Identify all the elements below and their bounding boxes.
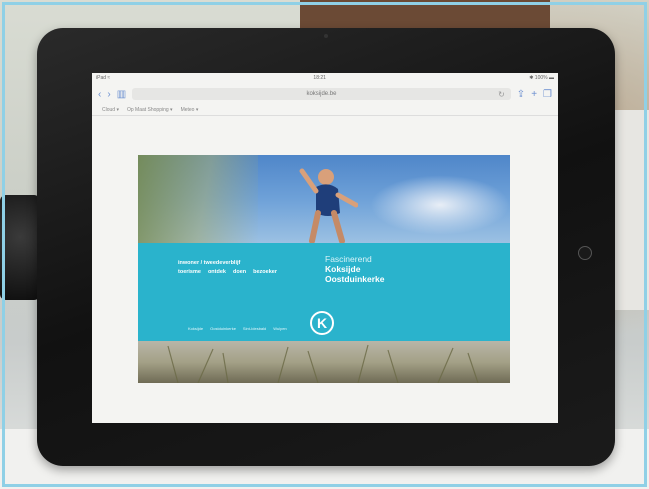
bookmarks-bar: Cloud ▾ Op Maat Shopping ▾ Meteo ▾: [92, 105, 558, 116]
tabs-icon[interactable]: ❐: [543, 89, 552, 100]
shelf: [609, 110, 649, 310]
speaker: [0, 195, 40, 300]
bookmarks-icon[interactable]: ▥: [117, 89, 126, 100]
teal-banner: inwoner / tweedeverblijf toerisme ontdek…: [138, 243, 510, 341]
footer-link[interactable]: Oostduinkerke: [210, 326, 236, 331]
beach-grass-photo: [138, 341, 510, 383]
bookmark-item[interactable]: Meteo ▾: [181, 107, 199, 113]
site-brand: Fascinerend Koksijde Oostduinkerke: [325, 254, 385, 284]
forward-icon[interactable]: ›: [107, 89, 110, 100]
status-bar: iPad ≈ 18:21 ✱ 100% ▬: [92, 73, 558, 83]
brand-tagline: Fascinerend: [325, 254, 372, 264]
brand-name-2: Oostduinkerke: [325, 274, 385, 284]
status-time: 18:21: [313, 75, 326, 81]
ipad-screen: iPad ≈ 18:21 ✱ 100% ▬ ‹ › ▥ koksijde.be …: [92, 73, 558, 423]
bookmark-item[interactable]: Cloud ▾: [102, 107, 119, 113]
dune-grass: [138, 155, 258, 243]
status-right: ✱ 100% ▬: [529, 75, 554, 81]
reload-icon[interactable]: ↻: [498, 90, 505, 99]
main-navigation: inwoner / tweedeverblijf toerisme ontdek…: [178, 259, 277, 277]
nav-link-tourism[interactable]: toerisme: [178, 268, 201, 277]
footer-link[interactable]: Sint-Idesbald: [243, 326, 266, 331]
hero-photo: [138, 155, 510, 243]
website-content: inwoner / tweedeverblijf toerisme ontdek…: [138, 155, 510, 383]
status-left: iPad ≈: [96, 75, 111, 81]
home-button[interactable]: [578, 246, 592, 260]
koksijde-logo[interactable]: K: [310, 311, 334, 335]
nav-link-discover[interactable]: ontdek: [208, 268, 226, 277]
brand-name-1: Koksijde: [325, 264, 361, 274]
safari-toolbar: ‹ › ▥ koksijde.be ↻ ⇪ + ❐: [92, 83, 558, 105]
nav-link-visitor[interactable]: bezoeker: [253, 268, 277, 277]
nav-link-do[interactable]: doen: [233, 268, 246, 277]
footer-link[interactable]: Wulpen: [273, 326, 287, 331]
bookmark-item[interactable]: Op Maat Shopping ▾: [127, 107, 173, 113]
new-tab-icon[interactable]: +: [531, 89, 537, 100]
cloud: [370, 175, 510, 235]
share-icon[interactable]: ⇪: [517, 89, 525, 100]
footer-links: Koksijde Oostduinkerke Sint-Idesbald Wul…: [188, 326, 287, 331]
address-bar[interactable]: koksijde.be ↻: [132, 88, 511, 100]
child-photo: [299, 168, 358, 243]
nav-link-residents[interactable]: inwoner / tweedeverblijf: [178, 259, 240, 268]
wooden-chair: [300, 0, 550, 30]
footer-link[interactable]: Koksijde: [188, 326, 203, 331]
front-camera: [324, 34, 328, 38]
grass-blades: [167, 344, 479, 383]
url-text: koksijde.be: [306, 91, 337, 97]
back-icon[interactable]: ‹: [98, 89, 101, 100]
